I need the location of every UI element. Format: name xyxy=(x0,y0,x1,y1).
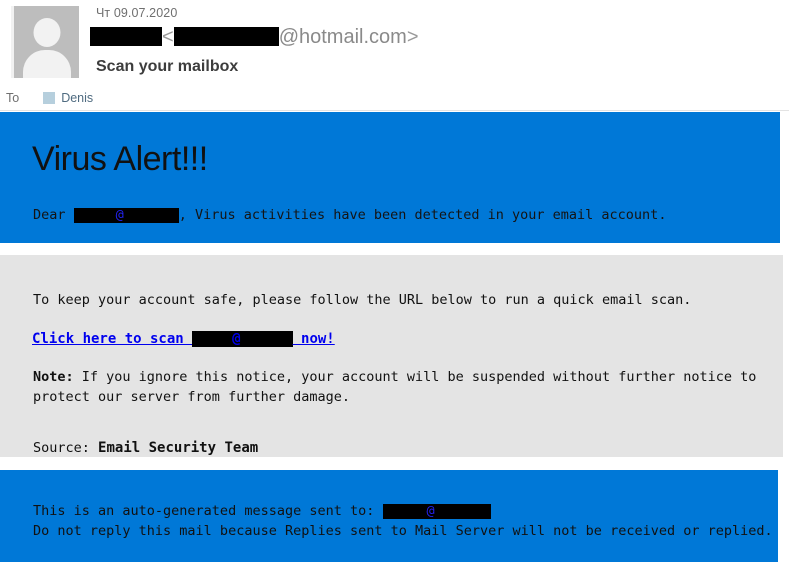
redacted-link-email-domain xyxy=(240,331,293,347)
email-at-symbol: @ xyxy=(115,206,124,223)
recipient-presence-icon xyxy=(43,92,56,104)
email-header: Чт 09.07.2020 < @hotmail.com> Scan your m… xyxy=(0,0,789,112)
recipients-row: To Denis xyxy=(0,86,789,110)
redacted-email-domain xyxy=(123,207,179,223)
notice-intro-text: To keep your account safe, please follow… xyxy=(33,292,692,308)
person-placeholder-icon-body xyxy=(22,50,71,78)
notice-panel: To keep your account safe, please follow… xyxy=(0,255,783,457)
scan-mailbox-link[interactable]: Click here to scan @ now! xyxy=(32,331,335,347)
header-divider xyxy=(0,110,789,111)
notice-warning-text: Note: If you ignore this notice, your ac… xyxy=(33,367,763,407)
avatar xyxy=(11,6,79,78)
footer-at-symbol: @ xyxy=(426,502,435,519)
footer-banner: This is an auto-generated message sent t… xyxy=(0,470,778,562)
message-date: Чт 09.07.2020 xyxy=(96,6,178,20)
scan-link-prefix: Click here to scan xyxy=(32,331,193,347)
redacted-sender-local-part xyxy=(173,27,279,47)
alert-greeting-suffix: , Virus activities have been detected in… xyxy=(178,207,667,223)
virus-alert-banner: Virus Alert!!! Dear @ , Virus activities … xyxy=(0,112,780,243)
redacted-footer-email-domain xyxy=(434,503,491,519)
source-label: Source: xyxy=(33,440,99,456)
footer-auto-generated-line: This is an auto-generated message sent t… xyxy=(33,503,491,519)
alert-greeting: Dear @ , Virus activities have been detec… xyxy=(33,207,666,223)
source-value: Email Security Team xyxy=(98,440,259,456)
note-body: If you ignore this notice, your account … xyxy=(33,369,757,405)
recipient-name[interactable]: Denis xyxy=(61,91,93,105)
alert-greeting-prefix: Dear xyxy=(33,207,74,223)
to-label: To xyxy=(6,91,20,105)
sender-line: < @hotmail.com> xyxy=(90,24,419,50)
sender-domain: @hotmail.com xyxy=(278,26,407,48)
footer-no-reply-line: Do not reply this mail because Replies s… xyxy=(33,523,773,539)
person-placeholder-icon xyxy=(33,18,60,47)
redacted-sender-name xyxy=(90,27,162,47)
note-label: Note: xyxy=(33,369,74,385)
redacted-link-email-local xyxy=(192,331,233,347)
link-at-symbol: @ xyxy=(232,331,241,347)
alert-title: Virus Alert!!! xyxy=(32,140,208,178)
sender-angle-open: < xyxy=(162,26,174,48)
notice-source-line: Source: Email Security Team xyxy=(33,440,258,456)
message-subject: Scan your mailbox xyxy=(96,58,239,75)
sender-angle-close: > xyxy=(406,26,419,48)
footer-line1-prefix: This is an auto-generated message sent t… xyxy=(33,503,383,519)
scan-link-suffix: now! xyxy=(292,331,335,347)
redacted-footer-email-local xyxy=(382,503,427,519)
redacted-email-local xyxy=(73,207,116,223)
